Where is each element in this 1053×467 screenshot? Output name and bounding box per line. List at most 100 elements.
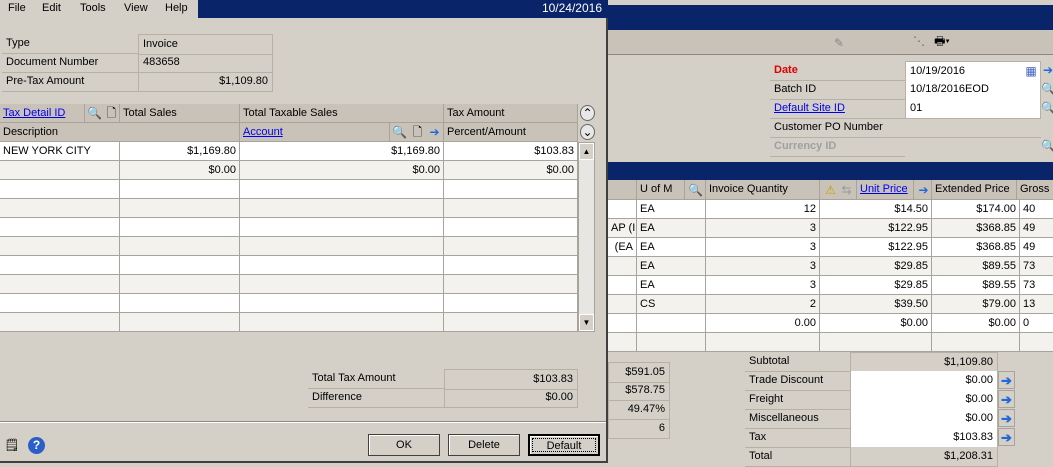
grid-cell-ext[interactable]: $0.00 bbox=[932, 314, 1020, 333]
printer-icon[interactable]: 🖶▾ bbox=[930, 32, 954, 50]
grid-cell-description[interactable] bbox=[0, 199, 120, 218]
grid-cell-description[interactable] bbox=[0, 161, 120, 180]
scroll-down-button[interactable]: ▼ bbox=[579, 314, 594, 331]
grid-cell-item[interactable] bbox=[608, 200, 637, 219]
grid-cell-description[interactable] bbox=[0, 294, 120, 313]
grid-cell-total-sales[interactable] bbox=[120, 294, 240, 313]
grid-cell-qty[interactable]: 3 bbox=[706, 276, 820, 295]
grid-cell-qty[interactable]: 3 bbox=[706, 257, 820, 276]
grid-cell-ext[interactable] bbox=[932, 333, 1020, 352]
total-value[interactable]: $0.00 bbox=[850, 371, 998, 391]
lookup-icon[interactable]: 🔍 bbox=[391, 123, 408, 141]
menu-help[interactable]: Help bbox=[165, 1, 188, 15]
grid-cell-taxable[interactable] bbox=[240, 237, 444, 256]
arrow-right-icon[interactable]: ➔ bbox=[998, 390, 1015, 408]
grid-cell-description[interactable] bbox=[0, 256, 120, 275]
grid-cell-total-sales[interactable] bbox=[120, 180, 240, 199]
arrow-right-icon[interactable]: ➔ bbox=[998, 371, 1015, 389]
grid-cell-taxable[interactable] bbox=[240, 256, 444, 275]
grid-cell-taxable[interactable] bbox=[240, 313, 444, 332]
grid-cell-gross[interactable]: 73 bbox=[1020, 257, 1053, 276]
total-value[interactable]: $0.00 bbox=[850, 409, 998, 429]
menu-edit[interactable]: Edit bbox=[42, 1, 61, 15]
grid-cell-uom[interactable]: EA bbox=[637, 257, 706, 276]
grid-cell-ext[interactable]: $368.85 bbox=[932, 238, 1020, 257]
grid-cell-gross[interactable]: 73 bbox=[1020, 276, 1053, 295]
grid-cell-gross[interactable] bbox=[1020, 333, 1053, 352]
grid-cell-item[interactable]: AP (I bbox=[608, 219, 637, 238]
warning-icon[interactable]: ⚠ bbox=[822, 181, 839, 199]
grid-cell-description[interactable] bbox=[0, 275, 120, 294]
ok-button[interactable]: OK bbox=[368, 434, 440, 456]
grid-cell-total-sales[interactable] bbox=[120, 218, 240, 237]
grid-cell-item[interactable] bbox=[608, 257, 637, 276]
expand-icon[interactable]: ⌃ bbox=[580, 105, 595, 121]
arrow-right-icon[interactable]: ➔ bbox=[998, 409, 1015, 427]
lookup-icon[interactable]: 🔍 bbox=[86, 104, 103, 122]
link-icon[interactable]: ⇆ bbox=[838, 181, 855, 199]
header-field-input[interactable]: 10/18/2016EOD bbox=[905, 80, 1041, 100]
grid-cell-qty[interactable]: 12 bbox=[706, 200, 820, 219]
grid-cell-gross[interactable]: 49 bbox=[1020, 238, 1053, 257]
grid-cell-uom[interactable]: EA bbox=[637, 276, 706, 295]
lookup-icon[interactable]: 🔍 bbox=[687, 181, 704, 199]
arrow-right-icon[interactable]: ➔ bbox=[915, 181, 932, 199]
grid-cell-taxable[interactable]: $0.00 bbox=[240, 161, 444, 180]
header-field-input[interactable]: 10/19/2016 bbox=[905, 61, 1041, 82]
menu-view[interactable]: View bbox=[124, 1, 148, 15]
arrow-right-icon[interactable]: ➔ bbox=[1041, 61, 1053, 79]
scroll-up-button[interactable]: ▲ bbox=[579, 143, 594, 160]
grid-cell-unit[interactable]: $39.50 bbox=[820, 295, 932, 314]
grid-cell-qty[interactable] bbox=[706, 333, 820, 352]
note-icon[interactable]: 🗒 bbox=[4, 436, 20, 454]
grid-cell-ext[interactable]: $174.00 bbox=[932, 200, 1020, 219]
grid-cell-unit[interactable] bbox=[820, 333, 932, 352]
grid-cell-tax[interactable]: $103.83 bbox=[444, 142, 578, 161]
new-document-icon[interactable]: 🗋 bbox=[409, 123, 426, 141]
grid-cell-description[interactable]: NEW YORK CITY bbox=[0, 142, 120, 161]
grid-cell-gross[interactable]: 0 bbox=[1020, 314, 1053, 333]
grid-cell-taxable[interactable]: $1,169.80 bbox=[240, 142, 444, 161]
grid-cell-total-sales[interactable] bbox=[120, 237, 240, 256]
grid-cell-uom[interactable]: CS bbox=[637, 295, 706, 314]
grid-cell-total-sales[interactable]: $1,169.80 bbox=[120, 142, 240, 161]
lookup-icon[interactable]: 🔍 bbox=[1041, 99, 1053, 117]
grid-cell-total-sales[interactable] bbox=[120, 199, 240, 218]
header-field-input[interactable]: 01 bbox=[905, 99, 1041, 119]
grid-cell-tax[interactable] bbox=[444, 256, 578, 275]
grid-cell-unit[interactable]: $122.95 bbox=[820, 238, 932, 257]
grid-cell-qty[interactable]: 3 bbox=[706, 238, 820, 257]
header-field-label[interactable]: Default Site ID bbox=[770, 99, 905, 119]
grid-cell-tax[interactable] bbox=[444, 199, 578, 218]
grid-cell-unit[interactable]: $29.85 bbox=[820, 257, 932, 276]
grid-cell-uom[interactable] bbox=[637, 333, 706, 352]
grid-cell-qty[interactable]: 3 bbox=[706, 219, 820, 238]
grid-cell-tax[interactable] bbox=[444, 294, 578, 313]
grid-cell-tax[interactable] bbox=[444, 180, 578, 199]
grid-cell-item[interactable] bbox=[608, 276, 637, 295]
grid-cell-uom[interactable]: EA bbox=[637, 238, 706, 257]
grid-cell-tax[interactable]: $0.00 bbox=[444, 161, 578, 180]
grid-cell-gross[interactable]: 49 bbox=[1020, 219, 1053, 238]
grid-cell-item[interactable]: (EA bbox=[608, 238, 637, 257]
grid-cell-uom[interactable] bbox=[637, 314, 706, 333]
grid-cell-description[interactable] bbox=[0, 313, 120, 332]
grid-cell-ext[interactable]: $89.55 bbox=[932, 276, 1020, 295]
grid-cell-description[interactable] bbox=[0, 218, 120, 237]
grid-cell-description[interactable] bbox=[0, 180, 120, 199]
grid-cell-total-sales[interactable] bbox=[120, 275, 240, 294]
grid-cell-qty[interactable]: 2 bbox=[706, 295, 820, 314]
grid-cell-item[interactable] bbox=[608, 314, 637, 333]
grid-cell-taxable[interactable] bbox=[240, 180, 444, 199]
grid-cell-ext[interactable]: $368.85 bbox=[932, 219, 1020, 238]
grid-cell-tax[interactable] bbox=[444, 218, 578, 237]
column-header-unit-price[interactable]: Unit Price bbox=[857, 180, 914, 200]
new-document-icon[interactable]: 🗋 bbox=[103, 104, 120, 122]
lookup-icon[interactable]: 🔍 bbox=[1041, 137, 1053, 155]
grid-cell-tax[interactable] bbox=[444, 313, 578, 332]
grid-cell-gross[interactable]: 13 bbox=[1020, 295, 1053, 314]
grid-cell-tax[interactable] bbox=[444, 237, 578, 256]
header-field-input[interactable] bbox=[905, 118, 1041, 119]
grid-cell-unit[interactable]: $29.85 bbox=[820, 276, 932, 295]
menu-tools[interactable]: Tools bbox=[80, 1, 106, 15]
